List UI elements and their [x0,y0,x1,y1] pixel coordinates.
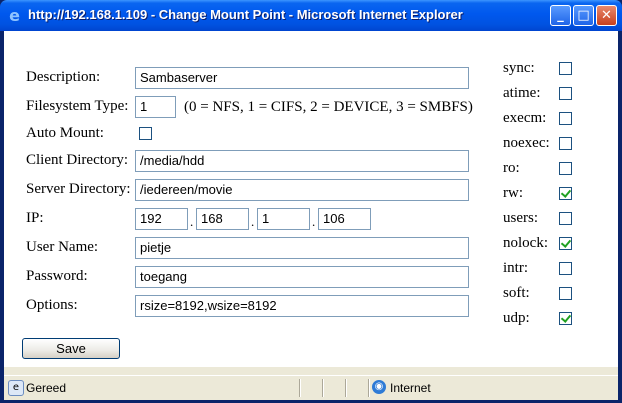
mount-option-checkbox[interactable] [559,187,572,200]
server-directory-label: Server Directory: [26,181,131,197]
options-field[interactable]: rsize=8192,wsize=8192 [135,295,469,317]
zone-text: Internet [390,381,431,395]
auto-mount-checkbox[interactable] [139,127,152,140]
mount-option-label: nolock: [503,235,548,251]
ip-octet-2-field[interactable]: 168 [196,208,249,230]
client-directory-field[interactable]: /media/hdd [135,150,469,172]
filesystem-type-hint: (0 = NFS, 1 = CIFS, 2 = DEVICE, 3 = SMBF… [184,99,473,115]
mount-option-checkbox[interactable] [559,312,572,325]
filesystem-type-field[interactable]: 1 [135,96,176,118]
client-directory-label: Client Directory: [26,152,129,168]
status-text: Gereed [26,381,67,395]
mount-option-checkbox[interactable] [559,162,572,175]
mount-option-checkbox[interactable] [559,112,572,125]
mount-option-label: udp: [503,310,530,326]
ip-octet-1-field[interactable]: 192 [135,208,188,230]
mount-option-label: soft: [503,285,530,301]
auto-mount-label: Auto Mount: [26,125,104,141]
minimize-button[interactable]: _ [550,5,571,26]
mount-option-label: users: [503,210,538,226]
mount-option-label: rw: [503,185,523,201]
browser-window: e http://192.168.1.109 - Change Mount Po… [0,0,622,403]
user-name-field[interactable]: pietje [135,237,469,259]
filesystem-type-label: Filesystem Type: [26,98,129,114]
server-directory-field[interactable]: /iedereen/movie [135,179,469,201]
frame-edge [4,367,618,375]
ip-separator: . [190,214,194,229]
password-field[interactable]: toegang [135,266,469,288]
description-field[interactable]: Sambaserver [135,67,469,89]
mount-option-label: noexec: [503,135,550,151]
mount-option-checkbox[interactable] [559,212,572,225]
mount-option-checkbox[interactable] [559,237,572,250]
ip-label: IP: [26,210,44,226]
mount-option-label: ro: [503,160,520,176]
ip-octet-3-field[interactable]: 1 [257,208,310,230]
mount-option-label: intr: [503,260,528,276]
status-separator [322,379,324,397]
page-content: Description: Sambaserver Filesystem Type… [4,31,618,367]
description-label: Description: [26,69,101,85]
options-label: Options: [26,297,78,313]
mount-option-checkbox[interactable] [559,62,572,75]
status-bar: e Gereed ◉ Internet [4,375,618,400]
mount-option-label: atime: [503,85,541,101]
status-separator [299,379,301,397]
status-separator [368,379,370,397]
close-button[interactable]: ✕ [596,5,617,26]
user-name-label: User Name: [26,239,99,255]
title-bar[interactable]: e http://192.168.1.109 - Change Mount Po… [0,0,622,31]
mount-option-label: execm: [503,110,547,126]
globe-icon: ◉ [372,380,386,394]
window-title: http://192.168.1.109 - Change Mount Poin… [28,7,463,22]
mount-option-checkbox[interactable] [559,87,572,100]
ip-separator: . [251,214,255,229]
mount-option-checkbox[interactable] [559,137,572,150]
maximize-button[interactable]: □ [573,5,594,26]
save-button[interactable]: Save [22,338,120,359]
mount-option-checkbox[interactable] [559,287,572,300]
mount-option-label: sync: [503,60,535,76]
status-separator [345,379,347,397]
ip-octet-4-field[interactable]: 106 [318,208,371,230]
ie-icon: e [9,6,20,25]
ip-separator: . [312,214,316,229]
page-icon: e [8,380,24,396]
password-label: Password: [26,268,88,284]
mount-option-checkbox[interactable] [559,262,572,275]
